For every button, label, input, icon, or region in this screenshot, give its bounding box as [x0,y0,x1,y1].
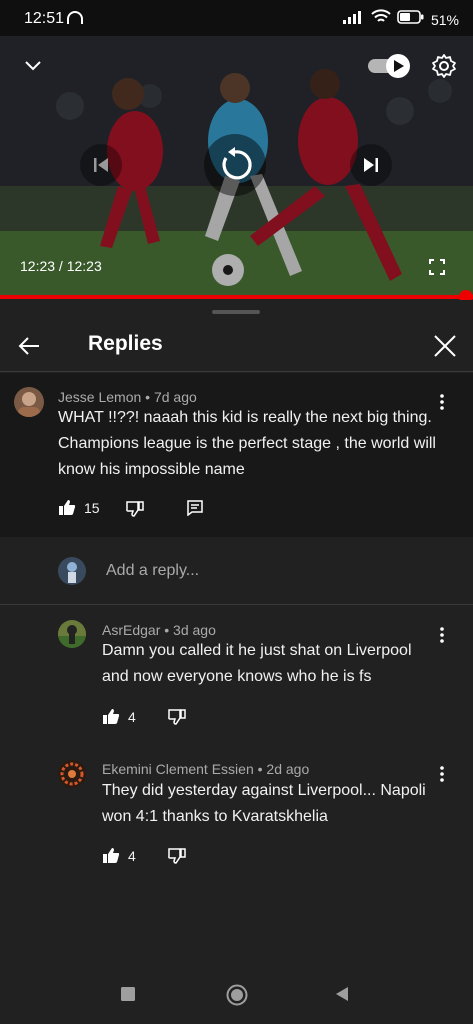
status-bar: 12:51 51% [0,0,473,36]
status-icons: 51% [342,9,459,30]
back-nav-icon[interactable] [330,982,354,1006]
replies-panel: Replies Jesse Lemon • 7d ago WHAT !!??! … [0,300,473,960]
back-arrow-icon[interactable] [14,332,44,360]
panel-header: Replies [0,320,473,372]
autoplay-toggle[interactable] [366,52,412,80]
battery-icon [397,10,425,29]
battery-percent: 51% [430,11,459,28]
comment-text: WHAT !!??! naaah this kid is really the … [58,409,436,478]
fullscreen-icon[interactable] [426,256,448,278]
close-icon[interactable] [430,331,460,361]
reply-meta: Ekemini Clement Essien • 2d ago [102,761,310,777]
drag-handle[interactable] [212,310,260,314]
like-button[interactable]: 4 [102,847,136,864]
chevron-down-icon[interactable] [20,54,46,78]
skip-previous-icon[interactable] [80,144,122,186]
skip-next-icon[interactable] [350,144,392,186]
add-reply-row[interactable]: Add a reply... [0,537,473,605]
thumb-up-icon [103,848,120,863]
thumb-up-icon [59,500,76,515]
reply-text: They did yesterday against Liverpool... … [102,782,426,825]
replay-icon[interactable] [204,134,266,196]
wifi-icon [371,9,391,30]
like-count: 4 [128,708,136,725]
avatar[interactable] [14,387,44,417]
gear-icon[interactable] [430,52,458,80]
thumb-down-icon[interactable] [166,844,188,866]
thumb-up-icon [103,709,120,724]
reply-age: 3d ago [173,622,216,638]
video-progress-bar[interactable] [0,295,473,299]
like-count: 15 [84,499,100,516]
headphones-icon [66,10,84,31]
reply-text: Damn you called it he just shat on Liver… [102,642,412,685]
signal-icon [342,10,365,29]
like-button[interactable]: 15 [58,499,100,516]
recent-apps-icon[interactable] [116,982,140,1006]
thumb-down-icon[interactable] [124,497,146,519]
video-time: 12:23 / 12:23 [20,258,102,274]
reply-author[interactable]: Ekemini Clement Essien [102,761,254,777]
comment-age: 7d ago [153,389,197,405]
reply-meta: AsrEdgar • 3d ago [102,622,216,638]
avatar[interactable] [58,760,86,788]
like-button[interactable]: 4 [102,708,136,725]
system-nav-bar [0,960,473,1024]
comment-author[interactable]: Jesse Lemon [58,389,141,405]
thumb-down-icon[interactable] [166,705,188,727]
home-icon[interactable] [224,982,250,1008]
avatar [58,557,86,585]
comment-icon[interactable] [184,497,206,519]
like-count: 4 [128,847,136,864]
reply-author[interactable]: AsrEdgar [102,622,160,638]
video-player[interactable]: 12:23 / 12:23 [0,36,473,298]
parent-comment: Jesse Lemon • 7d ago WHAT !!??! naaah th… [0,373,473,537]
comment-meta: Jesse Lemon • 7d ago [58,389,197,405]
add-reply-input[interactable]: Add a reply... [106,562,199,580]
avatar[interactable] [58,620,86,648]
reply-age: 2d ago [266,761,310,777]
panel-title: Replies [88,332,163,355]
status-time: 12:51 [24,10,65,27]
